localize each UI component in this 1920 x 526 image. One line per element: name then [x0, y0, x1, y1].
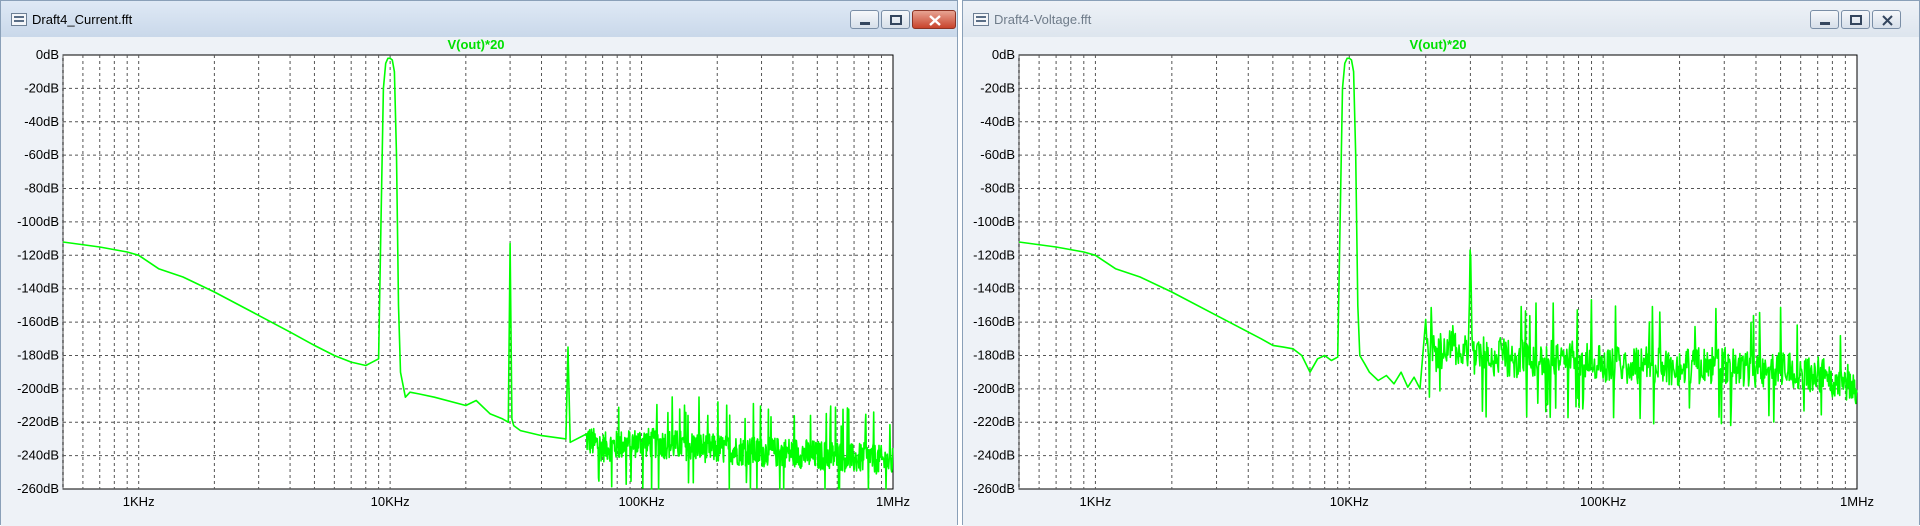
y-tick-label: -140dB	[17, 281, 59, 296]
y-tick-label: -200dB	[973, 381, 1015, 396]
x-tick-label: 100KHz	[618, 494, 664, 509]
y-tick-label: -260dB	[973, 481, 1015, 496]
y-tick-label: 0dB	[992, 47, 1015, 62]
y-tick-label: -60dB	[980, 147, 1015, 162]
y-tick-label: -160dB	[17, 314, 59, 329]
y-tick-label: -120dB	[973, 247, 1015, 262]
y-tick-label: -160dB	[973, 314, 1015, 329]
x-tick-label: 100KHz	[1580, 494, 1626, 509]
y-tick-label: -80dB	[24, 181, 59, 196]
y-tick-label: -100dB	[973, 214, 1015, 229]
x-tick-label: 10KHz	[1330, 494, 1369, 509]
y-tick-label: -180dB	[17, 347, 59, 362]
y-tick-label: -240dB	[17, 448, 59, 463]
x-tick-label: 1MHz	[876, 494, 910, 509]
y-tick-label: 0dB	[36, 47, 59, 62]
trace-label[interactable]: V(out)*20	[447, 37, 504, 52]
y-tick-label: -60dB	[24, 147, 59, 162]
y-tick-label: -220dB	[17, 414, 59, 429]
x-tick-label: 1MHz	[1840, 494, 1874, 509]
fft-plot-voltage[interactable]: 0dB -20dB -40dB -60dB -80dB -100dB -120dB -140d…	[963, 1, 1919, 526]
fft-window-voltage[interactable]: Draft4-Voltage.fft 0dB -20dB -40dB -60dB -80…	[962, 0, 1920, 526]
y-tick-label: -220dB	[973, 414, 1015, 429]
y-tick-label: -80dB	[980, 181, 1015, 196]
y-tick-label: -180dB	[973, 347, 1015, 362]
x-tick-label: 1KHz	[123, 494, 155, 509]
x-tick-label: 1KHz	[1080, 494, 1112, 509]
y-tick-label: -100dB	[17, 214, 59, 229]
fft-window-current[interactable]: Draft4_Current.fft 0dB -20dB -40dB -60dB -80…	[0, 0, 958, 526]
y-tick-label: -40dB	[24, 114, 59, 129]
y-tick-label: -240dB	[973, 448, 1015, 463]
y-tick-label: -200dB	[17, 381, 59, 396]
y-tick-label: -20dB	[24, 80, 59, 95]
y-tick-label: -140dB	[973, 281, 1015, 296]
y-tick-label: -20dB	[980, 80, 1015, 95]
x-tick-label: 10KHz	[371, 494, 410, 509]
y-tick-label: -120dB	[17, 247, 59, 262]
trace-label[interactable]: V(out)*20	[1409, 37, 1466, 52]
y-tick-label: -260dB	[17, 481, 59, 496]
y-tick-label: -40dB	[980, 114, 1015, 129]
fft-plot-current[interactable]: 0dB -20dB -40dB -60dB -80dB -100dB -120dB -140d…	[1, 1, 957, 526]
